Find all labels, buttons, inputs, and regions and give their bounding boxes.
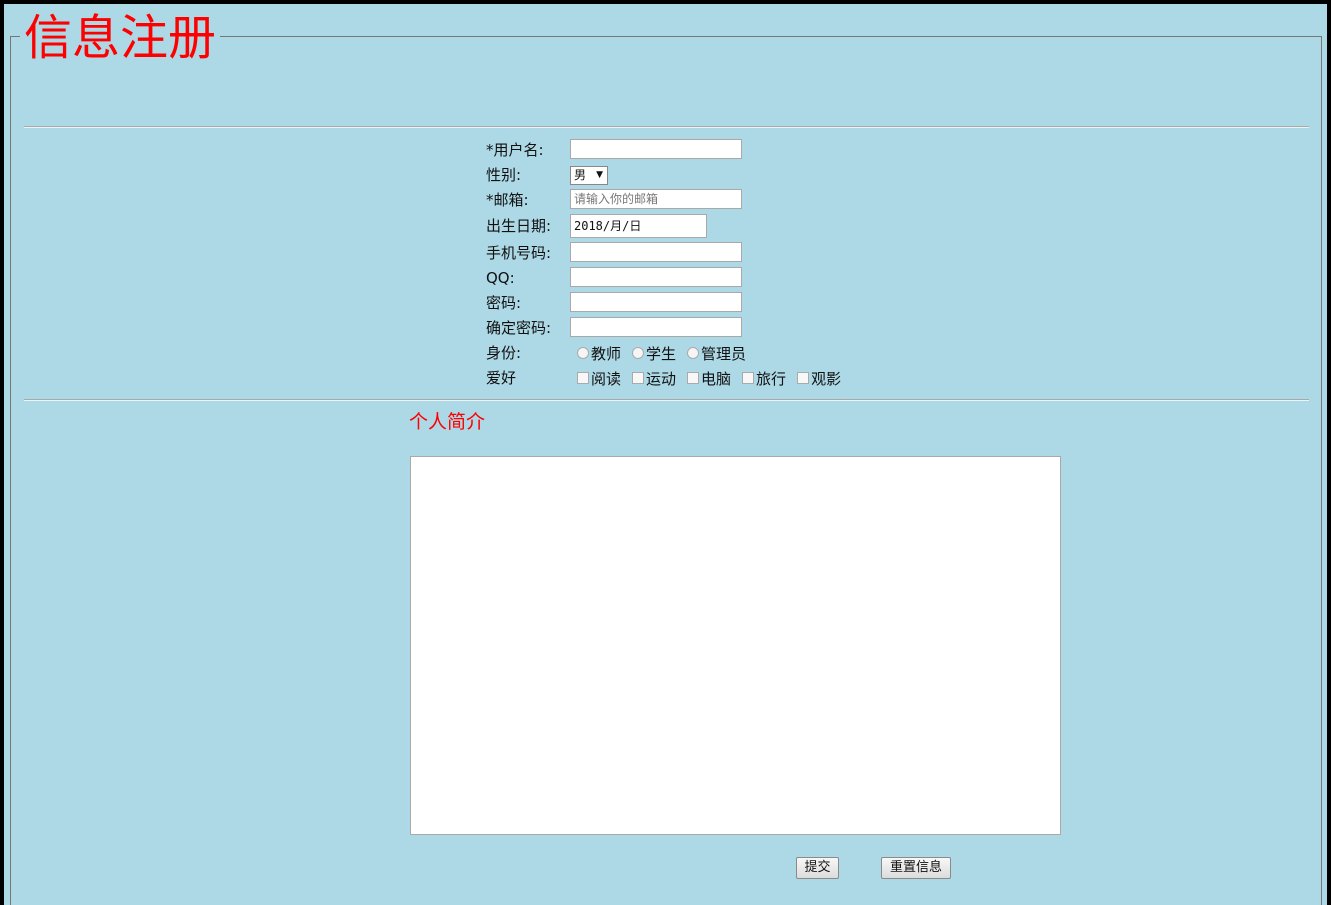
hobbies-label: 爱好 xyxy=(486,369,517,387)
phone-label: 手机号码: xyxy=(486,244,552,262)
qq-label: QQ: xyxy=(486,269,515,287)
form-title: 信息注册 xyxy=(20,8,221,68)
identity-radio-admin[interactable] xyxy=(687,347,700,359)
hobby-option-label: 电脑 xyxy=(701,369,732,388)
identity-option-label: 学生 xyxy=(646,344,677,363)
hobbies-checkbox-group: 阅读 运动 电脑 旅行 观影 xyxy=(574,368,849,388)
qq-input[interactable] xyxy=(570,267,742,287)
username-input[interactable] xyxy=(570,139,742,159)
identity-option-label: 管理员 xyxy=(701,344,747,363)
confirm-password-input[interactable] xyxy=(570,317,742,337)
hobby-option-label: 旅行 xyxy=(756,369,787,388)
identity-option-label: 教师 xyxy=(591,344,622,363)
email-input[interactable] xyxy=(570,189,742,209)
hobby-option-label: 运动 xyxy=(646,369,677,388)
phone-input[interactable] xyxy=(570,242,742,262)
gender-label: 性别: xyxy=(486,166,522,184)
password-input[interactable] xyxy=(570,292,742,312)
intro-textarea[interactable] xyxy=(410,456,1061,835)
gender-selected-value: 男 xyxy=(574,168,587,182)
hobby-checkbox-computer[interactable] xyxy=(687,372,700,384)
hobby-checkbox-travel[interactable] xyxy=(742,372,755,384)
hobby-checkbox-sports[interactable] xyxy=(632,372,645,384)
gender-select[interactable]: 男 ▼ xyxy=(570,166,608,185)
top-divider xyxy=(24,126,1309,128)
birthdate-input[interactable]: 2018/月/日 xyxy=(570,214,707,238)
email-label: *邮箱: xyxy=(486,191,529,209)
password-label: 密码: xyxy=(486,294,522,312)
hobby-option-label: 观影 xyxy=(811,369,842,388)
birthdate-label: 出生日期: xyxy=(486,217,552,235)
registration-page: 信息注册 *用户名: 性别: 男 ▼ *邮箱: 出生日期: 2018/月/日 手… xyxy=(4,4,1327,905)
bottom-divider xyxy=(24,399,1309,401)
submit-button[interactable]: 提交 xyxy=(796,857,839,879)
dropdown-arrow-icon: ▼ xyxy=(596,170,603,180)
hobby-checkbox-reading[interactable] xyxy=(577,372,589,384)
identity-radio-teacher[interactable] xyxy=(577,347,589,359)
identity-label: 身份: xyxy=(486,344,522,362)
confirm-password-label: 确定密码: xyxy=(486,319,552,337)
hobby-option-label: 阅读 xyxy=(591,369,622,388)
hobby-checkbox-movies[interactable] xyxy=(797,372,810,384)
intro-title: 个人简介 xyxy=(409,411,486,433)
username-label: *用户名: xyxy=(486,141,544,159)
identity-radio-group: 教师 学生 管理员 xyxy=(574,343,754,363)
identity-radio-student[interactable] xyxy=(632,347,645,359)
reset-button[interactable]: 重置信息 xyxy=(881,857,951,879)
